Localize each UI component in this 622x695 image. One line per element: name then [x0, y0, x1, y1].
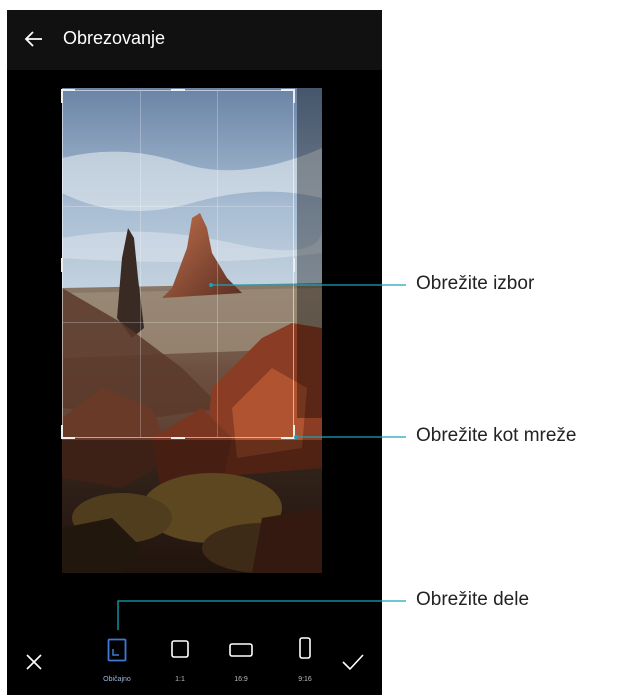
bottom-toolbar: Običajno 1:1 16:9 9:16 — [7, 628, 382, 695]
crop-corner-handle[interactable] — [61, 425, 75, 439]
grid-line — [63, 206, 293, 207]
phone-screen: Obrezovanje Običajno 1:1 16:9 9:16 — [7, 10, 382, 695]
square-ratio-icon — [171, 640, 189, 658]
grid-line — [217, 91, 218, 437]
crop-edge-handle[interactable] — [61, 258, 63, 272]
landscape-ratio-icon — [229, 643, 253, 657]
tool-label: 16:9 — [234, 676, 248, 683]
crop-edge-handle[interactable] — [171, 437, 185, 439]
crop-edge-handle[interactable] — [171, 89, 185, 91]
confirm-check-icon[interactable] — [341, 652, 365, 672]
tool-label: 1:1 — [175, 676, 185, 683]
cancel-icon[interactable] — [24, 652, 44, 672]
tool-ratio-16-9[interactable]: 16:9 — [211, 632, 271, 692]
crop-edge-handle[interactable] — [293, 258, 295, 272]
crop-corner-handle[interactable] — [61, 89, 75, 103]
tool-ratio-9-16[interactable]: 9:16 — [275, 632, 335, 692]
top-bar: Obrezovanje — [7, 10, 382, 70]
crop-dim-area — [62, 440, 322, 573]
tool-label: Običajno — [103, 676, 131, 683]
crop-overflow-strip — [297, 88, 322, 418]
grid-line — [63, 322, 293, 323]
crop-corner-handle[interactable] — [281, 425, 295, 439]
tool-free-crop[interactable]: Običajno — [87, 632, 147, 692]
callout-grid-corner: Obrežite kot mreže — [416, 425, 577, 446]
free-crop-icon — [107, 638, 127, 662]
tool-label: 9:16 — [298, 676, 312, 683]
page-title: Obrezovanje — [63, 28, 166, 48]
callout-ratios: Obrežite dele — [416, 589, 530, 610]
crop-selection-frame[interactable] — [61, 89, 295, 439]
tool-ratio-1-1[interactable]: 1:1 — [150, 632, 210, 692]
callout-crop-selection: Obrežite izbor — [416, 273, 535, 294]
back-arrow-icon[interactable] — [22, 27, 46, 51]
portrait-ratio-icon — [299, 637, 311, 659]
grid-line — [140, 91, 141, 437]
crop-corner-handle[interactable] — [281, 89, 295, 103]
